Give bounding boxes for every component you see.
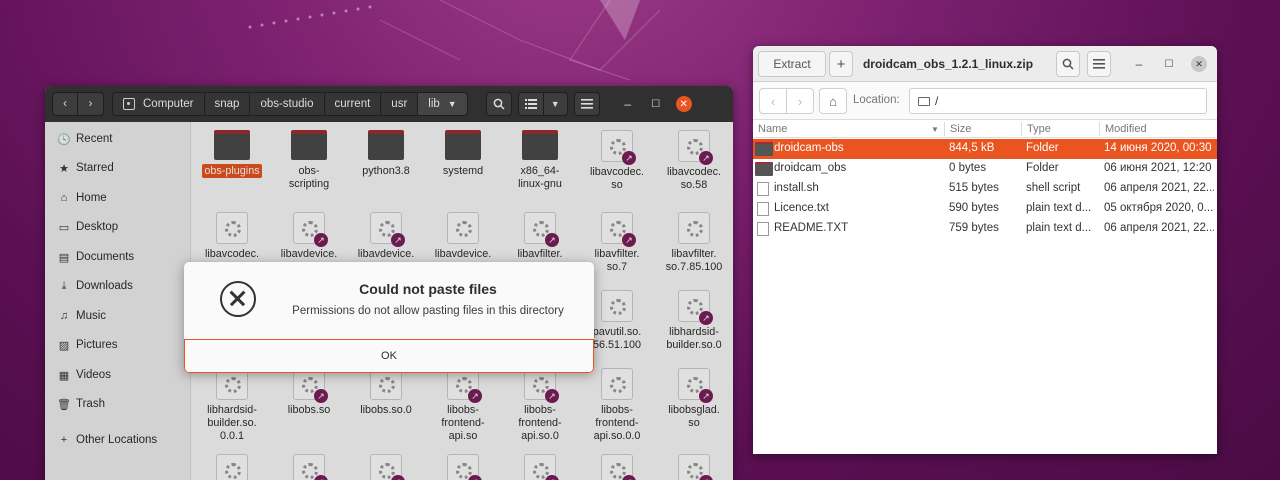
chevron-right-icon: › (797, 93, 803, 109)
maximize-icon: ☐ (651, 98, 661, 110)
hamburger-icon (580, 99, 593, 109)
row-size: 590 bytes (949, 202, 999, 214)
row-size: 0 bytes (949, 162, 987, 174)
search-icon (493, 98, 505, 110)
sort-desc-icon: ▼ (931, 125, 939, 134)
back-button[interactable]: ‹ (52, 92, 78, 116)
close-button[interactable]: ✕ (1191, 56, 1207, 72)
column-type[interactable]: Type (1027, 123, 1051, 135)
location-field[interactable]: / (909, 88, 1207, 114)
row-modified: 06 июня 2021, 12:20 (1104, 162, 1212, 174)
row-name: droidcam_obs (774, 162, 847, 174)
hamburger-menu-button[interactable] (1087, 51, 1111, 77)
ok-button[interactable]: OK (184, 339, 594, 373)
dialog-message: Permissions do not allow pasting files i… (292, 305, 564, 317)
dialog-title: Could not paste files (359, 281, 497, 297)
disk-icon (123, 98, 135, 110)
row-modified: 14 июня 2020, 00:30 (1104, 142, 1212, 154)
archive-manager-window: Extract + droidcam_obs_1.2.1_linux.zip –… (753, 46, 1217, 454)
hamburger-icon (1093, 59, 1105, 69)
breadcrumb: Computer snap obs-studio current usr lib… (112, 92, 468, 116)
row-type: Folder (1026, 142, 1059, 154)
row-modified: 06 апреля 2021, 22... (1104, 222, 1214, 234)
breadcrumb-usr[interactable]: usr (381, 93, 419, 115)
forward-button[interactable]: › (786, 88, 814, 114)
breadcrumb-obs-studio[interactable]: obs-studio (250, 93, 325, 115)
error-dialog: Could not paste files Permissions do not… (184, 262, 594, 373)
row-name: README.TXT (774, 222, 849, 234)
row-type: plain text d... (1026, 222, 1092, 234)
close-icon: ✕ (1195, 58, 1203, 69)
row-name: Licence.txt (774, 202, 829, 214)
caret-down-icon: ▼ (550, 99, 560, 109)
archive-row[interactable]: README.TXT 759 bytes plain text d... 06 апр… (753, 219, 1217, 239)
files-headerbar: ‹ › Computer snap obs-studio current usr… (45, 86, 733, 122)
file-icon (757, 222, 769, 236)
column-modified[interactable]: Modified (1105, 123, 1147, 135)
forward-button[interactable]: › (78, 92, 104, 116)
close-icon: ✕ (679, 98, 688, 110)
breadcrumb-lib[interactable]: lib ▼ (418, 93, 467, 115)
caret-down-icon: ▼ (447, 99, 457, 109)
home-button[interactable]: ⌂ (819, 88, 847, 114)
location-label: Location: (853, 94, 900, 106)
add-files-button[interactable]: + (829, 51, 853, 77)
row-type: shell script (1026, 182, 1081, 194)
list-view-icon (524, 99, 537, 109)
archive-row[interactable]: install.sh 515 bytes shell script 06 апреля… (753, 179, 1217, 199)
row-name: droidcam-obs (774, 142, 844, 154)
archive-row[interactable]: droidcam_obs 0 bytes Folder 06 июня 2021, 1… (753, 159, 1217, 179)
breadcrumb-snap[interactable]: snap (204, 93, 251, 115)
breadcrumb-computer[interactable]: Computer (113, 93, 205, 115)
minimize-button[interactable]: – (1129, 54, 1149, 74)
column-name[interactable]: Name (758, 123, 787, 135)
list-view-button[interactable] (517, 92, 544, 116)
file-icon (757, 182, 769, 196)
row-size: 844,5 kB (949, 142, 995, 154)
maximize-button[interactable]: ☐ (646, 94, 666, 114)
row-name: install.sh (774, 182, 819, 194)
archive-title: droidcam_obs_1.2.1_linux.zip (862, 57, 1034, 71)
column-headers: Name ▼ Size Type Modified (753, 120, 1217, 138)
folder-icon (918, 96, 930, 106)
column-separator (1021, 122, 1022, 136)
row-type: Folder (1026, 162, 1059, 174)
minimize-button[interactable]: – (618, 94, 638, 114)
file-icon (757, 202, 769, 216)
column-separator (944, 122, 945, 136)
row-size: 515 bytes (949, 182, 999, 194)
hamburger-menu-button[interactable] (573, 92, 600, 116)
maximize-icon: ☐ (1164, 58, 1174, 70)
maximize-button[interactable]: ☐ (1159, 54, 1179, 74)
archive-row[interactable]: droidcam-obs 844,5 kB Folder 14 июня 2020, … (753, 139, 1217, 159)
row-modified: 05 октября 2020, 0... (1104, 202, 1214, 214)
minimize-icon: – (1135, 57, 1143, 71)
close-button[interactable]: ✕ (675, 96, 692, 112)
home-icon: ⌂ (829, 93, 837, 109)
row-size: 759 bytes (949, 222, 999, 234)
extract-button[interactable]: Extract (758, 51, 826, 77)
chevron-left-icon: ‹ (770, 93, 776, 109)
column-size[interactable]: Size (950, 123, 971, 135)
back-button[interactable]: ‹ (759, 88, 787, 114)
row-modified: 06 апреля 2021, 22... (1104, 182, 1214, 194)
view-options-button[interactable]: ▼ (543, 92, 568, 116)
archive-row[interactable]: Licence.txt 590 bytes plain text d... 05 ок… (753, 199, 1217, 219)
search-icon (1062, 58, 1074, 70)
location-bar: ‹ › ⌂ Location: / (753, 82, 1217, 120)
folder-icon (755, 162, 773, 176)
folder-icon (755, 142, 773, 156)
row-type: plain text d... (1026, 202, 1092, 214)
search-button[interactable] (485, 92, 512, 116)
column-separator (1099, 122, 1100, 136)
minimize-icon: – (624, 97, 632, 111)
archive-headerbar: Extract + droidcam_obs_1.2.1_linux.zip –… (753, 46, 1217, 82)
breadcrumb-current[interactable]: current (324, 93, 382, 115)
search-button[interactable] (1056, 51, 1080, 77)
